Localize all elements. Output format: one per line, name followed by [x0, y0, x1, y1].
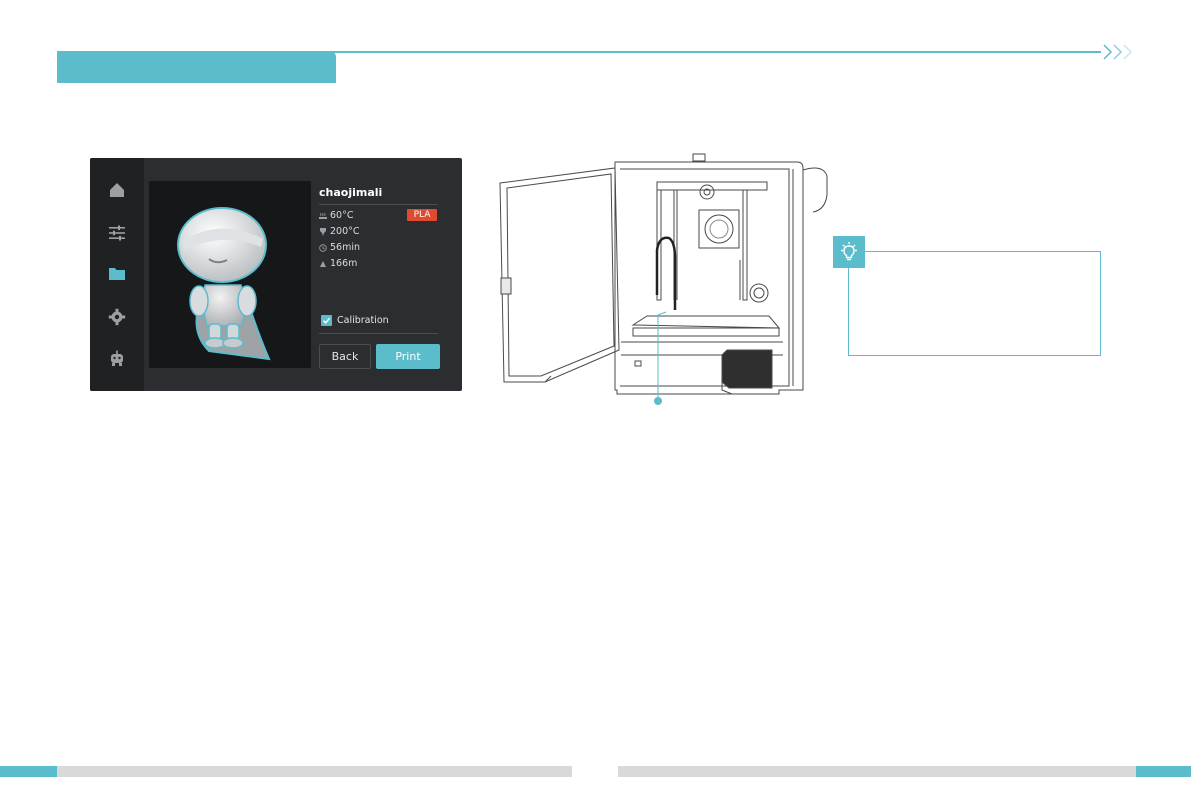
filament-row: 166m	[319, 258, 357, 269]
filament-length-value: 166m	[330, 258, 358, 269]
calibration-checkbox[interactable]: Calibration	[321, 315, 389, 326]
clock-icon	[319, 243, 327, 252]
touchscreen-mockup: chaojimali 60°C PLA 200°C 56min 166m Cal…	[90, 158, 462, 391]
bed-temperature-icon	[319, 212, 327, 219]
back-button[interactable]: Back	[319, 344, 371, 369]
checkmark-icon[interactable]	[321, 315, 332, 326]
nozzle-temp-value: 200°C	[330, 226, 360, 237]
file-name: chaojimali	[319, 186, 383, 199]
filament-icon	[320, 260, 326, 267]
lightbulb-icon	[833, 236, 865, 268]
section-header-tab	[57, 51, 336, 83]
callout-leader	[654, 311, 667, 405]
material-badge: PLA	[407, 209, 437, 221]
screen-sidebar	[90, 158, 144, 391]
divider	[319, 204, 438, 205]
nozzle-temp-row: 200°C	[319, 226, 360, 237]
gear-icon[interactable]	[107, 307, 127, 327]
home-icon[interactable]	[107, 180, 127, 200]
footer-accent-left	[0, 766, 57, 777]
sliders-icon[interactable]	[107, 223, 127, 243]
folder-icon[interactable]	[107, 264, 127, 284]
tip-box	[848, 251, 1101, 356]
divider	[319, 333, 438, 334]
footer-bar-right	[618, 766, 1136, 777]
calibration-label: Calibration	[337, 315, 389, 326]
double-chevron-right-icon	[1103, 44, 1133, 60]
header-rule	[57, 51, 1101, 53]
bed-temp-row: 60°C	[319, 210, 353, 221]
model-thumbnail	[177, 207, 271, 361]
print-button[interactable]: Print	[376, 344, 440, 369]
footer-bar-left	[57, 766, 572, 777]
nozzle-icon	[320, 227, 326, 236]
file-info-panel: chaojimali 60°C PLA 200°C 56min 166m Cal…	[319, 181, 440, 371]
footer-accent-right	[1136, 766, 1191, 777]
robot-icon[interactable]	[107, 348, 127, 368]
bed-temp-value: 60°C	[330, 210, 354, 221]
model-preview	[149, 181, 311, 368]
print-time-value: 56min	[330, 242, 361, 253]
print-time-row: 56min	[319, 242, 360, 253]
